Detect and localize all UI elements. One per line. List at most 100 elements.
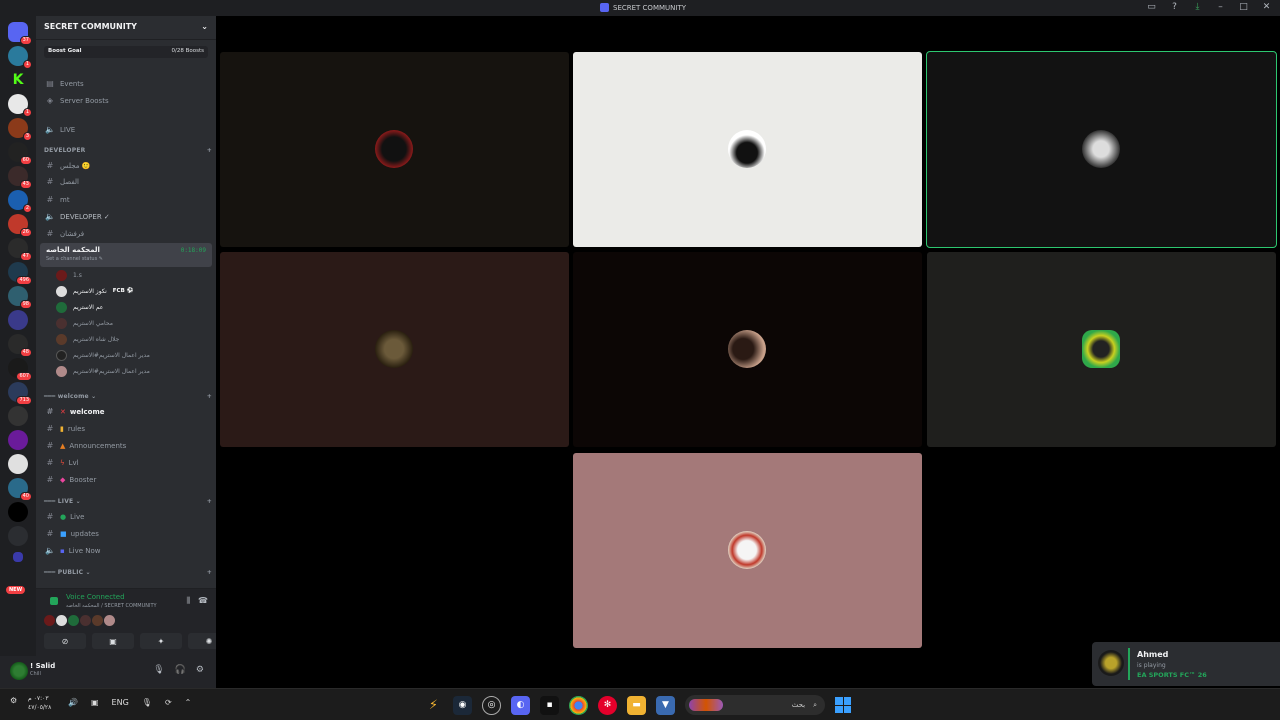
app-icon[interactable]: ▼ [656, 695, 675, 715]
server-icon[interactable]: 3 [8, 118, 32, 141]
signal-icon[interactable] [50, 597, 58, 605]
channel-live-text[interactable]: # ● Live [40, 509, 212, 524]
server-icon[interactable] [8, 406, 28, 426]
maximize-button[interactable]: □ [1238, 2, 1249, 13]
add-channel-icon[interactable]: + [207, 147, 212, 154]
camera-off-button[interactable]: ⊘ [44, 633, 86, 649]
server-header[interactable]: SECRET COMMUNITY ⌄ [36, 16, 216, 40]
voice-member[interactable]: مدير اعمال الاستريم#الاستريم [56, 348, 206, 362]
user-avatar[interactable] [10, 662, 28, 680]
download-icon[interactable]: ⤓ [1192, 2, 1203, 13]
home-button[interactable]: 37 [8, 22, 32, 45]
server-icon[interactable]: 26 [8, 214, 32, 237]
channel-item[interactable]: 🔈 DEVELOPER ✓ [40, 209, 212, 224]
voice-member[interactable]: عم الاستريم [56, 300, 206, 314]
voice-member[interactable]: محامي الاستريم [56, 316, 206, 330]
file-explorer-icon[interactable]: ▬ [627, 695, 646, 715]
clock[interactable]: ٠٧:٠٣ م ٤٧/٠٥/٢٨ [28, 694, 51, 712]
chevron-up-icon[interactable]: ⌃ [185, 698, 192, 707]
username[interactable]: ! Salid [30, 662, 55, 670]
search-bar[interactable]: بحث ⌕ [685, 695, 825, 715]
microphone-icon[interactable]: 🎙 [142, 698, 152, 707]
channel-welcome[interactable]: # ✕ welcome [40, 404, 212, 419]
voice-channel-status[interactable]: Set a channel status ✎ [46, 256, 206, 262]
network-icon[interactable]: ▣ [91, 698, 99, 707]
participant-tile[interactable] [220, 52, 569, 247]
settings-icon[interactable]: ⚙ [10, 696, 17, 705]
server-icon[interactable]: 2 [8, 190, 32, 213]
add-channel-icon[interactable]: + [207, 393, 212, 400]
channel-rules[interactable]: # ▮ rules [40, 421, 212, 436]
server-icon[interactable]: 1 [8, 94, 32, 117]
activities-button[interactable]: ✦ [140, 633, 182, 649]
server-icon[interactable]: 60 [8, 142, 32, 165]
channel-lvl[interactable]: # ϟ Lvl [40, 455, 212, 470]
voice-connected-subtitle[interactable]: المحكمه الخاصه / SECRET COMMUNITY [66, 603, 157, 609]
add-channel-icon[interactable]: + [207, 498, 212, 505]
channel-item[interactable]: # مجلس 🙂 [40, 158, 212, 173]
server-icon[interactable] [8, 526, 28, 546]
screen-share-button[interactable]: ▣ [92, 633, 134, 649]
server-icon[interactable]: 713 [8, 382, 32, 405]
participant-tile[interactable] [220, 252, 569, 447]
microphone-icon[interactable]: 🎙 [153, 665, 164, 675]
channel-booster[interactable]: # ◆ Booster [40, 472, 212, 487]
sync-icon[interactable]: ⟳ [165, 698, 172, 707]
participant-tile[interactable] [573, 52, 922, 247]
gear-icon[interactable]: ⚙ [196, 665, 204, 675]
server-icon[interactable]: 607 [8, 358, 32, 381]
participant-tile[interactable] [927, 252, 1276, 447]
server-boosts-item[interactable]: ◈ Server Boosts [40, 93, 212, 108]
headphones-icon[interactable]: 🎧 [175, 665, 186, 675]
channel-item[interactable]: # الفصل [40, 174, 212, 189]
server-icon[interactable]: 496 [8, 262, 32, 285]
server-icon[interactable]: 43 [8, 166, 32, 189]
help-icon[interactable]: ? [1169, 2, 1180, 13]
app-icon[interactable]: ◎ [482, 695, 501, 715]
chrome-icon[interactable] [569, 695, 588, 715]
close-button[interactable]: ✕ [1261, 2, 1272, 13]
server-icon[interactable] [8, 454, 28, 474]
language-indicator[interactable]: ENG [112, 698, 129, 707]
channel-announcements[interactable]: # ▲ Announcements [40, 438, 212, 453]
server-icon[interactable]: 47 [8, 238, 32, 261]
server-icon[interactable]: 98 [8, 286, 32, 309]
steam-icon[interactable]: ◉ [453, 695, 472, 715]
category-public[interactable]: ━━━ PUBLIC ⌄ + [44, 569, 212, 576]
channel-item[interactable]: # mt [40, 192, 212, 207]
server-icon[interactable] [8, 310, 28, 330]
server-icon[interactable]: 48 [8, 334, 32, 357]
participant-tile[interactable] [573, 252, 922, 447]
windows-start-icon[interactable] [835, 697, 851, 713]
events-item[interactable]: ▤ Events [40, 76, 212, 91]
kick-server-icon[interactable]: K [8, 70, 28, 90]
server-icon[interactable]: 1 [8, 46, 32, 69]
noise-suppression-icon[interactable]: ⫼ [186, 596, 190, 606]
participant-tile-speaking[interactable] [926, 51, 1277, 248]
folder-icon[interactable] [13, 552, 23, 562]
participant-tile[interactable] [573, 453, 922, 648]
server-icon[interactable] [8, 502, 28, 522]
channel-live[interactable]: 🔈 LIVE [40, 122, 212, 137]
activity-notification[interactable]: Ahmed is playing EA SPORTS FC™ 26 [1092, 642, 1280, 686]
add-channel-icon[interactable]: + [207, 569, 212, 576]
volume-icon[interactable]: 🔊 [68, 698, 78, 707]
boost-goal-bar[interactable]: Boost Goal 0/28 Boosts [44, 46, 208, 58]
app-icon[interactable]: ⚡ [424, 696, 443, 715]
voice-member[interactable]: جلال شاه الاستريم [56, 332, 206, 346]
channel-item[interactable]: # فرفشان [40, 226, 212, 241]
category-welcome[interactable]: ━━━ welcome ⌄ + [44, 393, 212, 400]
voice-member[interactable]: نكوز الاستريم FCB ⚽ [56, 284, 206, 298]
app-icon[interactable]: ▪ [540, 695, 559, 715]
server-icon[interactable] [8, 430, 28, 450]
minimize-button[interactable]: – [1215, 2, 1226, 13]
voice-member[interactable]: 1.s [56, 268, 206, 282]
active-voice-channel[interactable]: المحكمه الخاصه Set a channel status ✎ 0:… [40, 243, 212, 267]
voice-connected-title[interactable]: Voice Connected [66, 593, 125, 601]
category-developer[interactable]: DEVELOPER + [44, 147, 212, 154]
inbox-icon[interactable]: ▭ [1146, 2, 1157, 13]
app-icon[interactable]: ✻ [598, 695, 617, 715]
channel-updates[interactable]: # ■ updates [40, 526, 212, 541]
channel-live-now[interactable]: 🔈 ▪ Live Now [40, 543, 212, 558]
discord-icon[interactable]: ◐ [511, 695, 530, 715]
